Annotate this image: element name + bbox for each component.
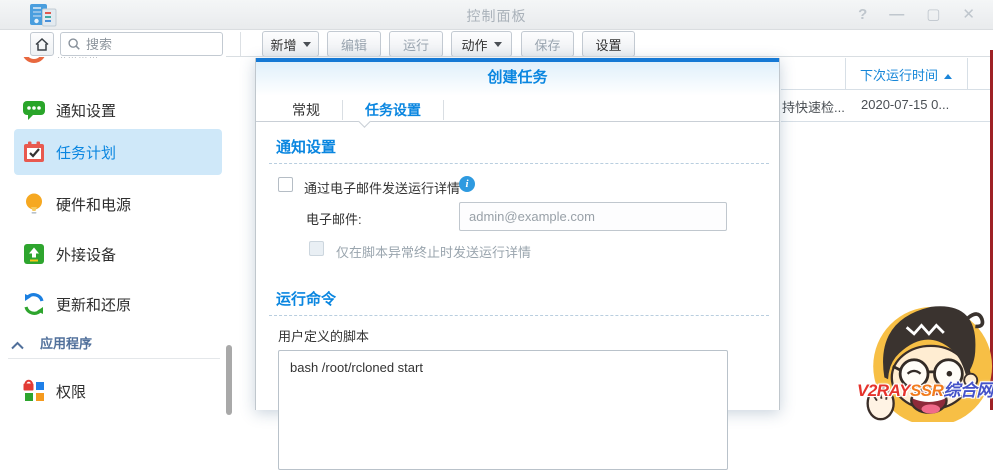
dialog-header[interactable]: 创建任务 — [256, 62, 779, 96]
lightbulb-icon — [22, 192, 46, 216]
abnormal-only-checkbox[interactable] — [309, 241, 324, 256]
watermark-text-cn: 综合网 — [943, 381, 993, 400]
permissions-icon — [22, 379, 46, 403]
sidebar-item-task-scheduler[interactable]: 任务计划 — [0, 128, 226, 176]
search-icon — [67, 37, 81, 51]
save-button[interactable]: 保存 — [521, 31, 574, 57]
info-icon[interactable]: i — [459, 176, 475, 192]
sort-ascending-icon — [944, 74, 952, 79]
tabs-underline — [256, 121, 779, 122]
home-icon — [34, 37, 50, 52]
dialog-title: 创建任务 — [487, 69, 547, 86]
table-column-border — [967, 58, 968, 89]
chat-bubble-icon — [22, 98, 46, 122]
sidebar-item-update-restore[interactable]: 更新和还原 — [0, 280, 226, 328]
tab-general[interactable]: 常规 — [270, 100, 342, 120]
sidebar: ░░░░ 通知设置 任务计划 — [0, 57, 226, 410]
chevron-up-icon — [10, 337, 25, 355]
table-row-border — [781, 121, 993, 122]
email-label: 电子邮件: — [306, 209, 362, 228]
sidebar-section-applications[interactable]: 应用程序 — [0, 329, 226, 355]
sidebar-scrollbar[interactable] — [226, 345, 232, 415]
table-column-border — [845, 58, 846, 89]
minimize-icon[interactable]: — — [889, 5, 904, 25]
window-titlebar: 控制面板 ? — ▢ ✕ — [0, 0, 993, 30]
user-defined-script-label: 用户定义的脚本 — [278, 326, 369, 345]
table-cell-next-run: 2020-07-15 0... — [861, 97, 949, 112]
section-notification-settings: 通知设置 — [276, 136, 336, 157]
v2rayssr-watermark-logo — [853, 292, 993, 422]
send-email-checkbox[interactable] — [278, 177, 293, 192]
close-icon[interactable]: ✕ — [962, 5, 975, 25]
sidebar-divider — [8, 358, 220, 359]
home-button[interactable] — [30, 32, 54, 56]
update-restore-icon — [22, 292, 46, 316]
table-cell-task: 持快速检... — [782, 97, 845, 116]
chevron-down-icon — [494, 42, 502, 47]
create-task-dialog: 创建任务 常规 任务设置 通知设置 通过电子邮件发送运行详情 i 电子邮件: 仅… — [255, 58, 780, 410]
user-defined-script-input[interactable]: bash /root/rcloned start — [278, 350, 728, 470]
action-button[interactable]: 动作 — [451, 31, 512, 57]
watermark-text-ssr: SSR — [910, 381, 943, 400]
sidebar-item-notification-settings[interactable]: 通知设置 — [0, 86, 226, 134]
tab-separator — [443, 100, 444, 120]
section-run-command: 运行命令 — [276, 288, 336, 309]
dialog-tabs: 常规 任务设置 — [270, 98, 444, 122]
run-button[interactable]: 运行 — [389, 31, 443, 57]
section-divider — [269, 315, 769, 316]
settings-button[interactable]: 设置 — [582, 31, 635, 57]
email-input[interactable] — [459, 202, 727, 231]
chevron-down-icon — [303, 42, 311, 47]
watermark-text: V2RAYSSR综合网 — [857, 376, 993, 401]
send-email-label: 通过电子邮件发送运行详情 — [304, 178, 460, 197]
toolbar-bottom-border — [226, 56, 993, 57]
sidebar-item-partial[interactable]: ░░░░ — [0, 57, 226, 75]
calendar-check-icon — [22, 140, 46, 164]
edit-button[interactable]: 编辑 — [327, 31, 381, 57]
toolbar-divider — [240, 32, 241, 56]
table-header-border — [781, 89, 993, 90]
abnormal-only-label: 仅在脚本异常终止时发送运行详情 — [336, 242, 531, 261]
search-input[interactable] — [86, 37, 196, 52]
external-device-icon — [22, 242, 46, 266]
sidebar-item-permissions[interactable]: 权限 — [0, 367, 226, 410]
clock-icon — [22, 57, 46, 63]
window-title: 控制面板 — [0, 6, 993, 26]
watermark-text-v2ray: V2RAY — [857, 381, 910, 400]
search-box[interactable] — [60, 32, 223, 56]
section-divider — [269, 163, 769, 164]
tab-task-settings[interactable]: 任务设置 — [343, 100, 443, 120]
sidebar-item-external-devices[interactable]: 外接设备 — [0, 230, 226, 278]
help-icon[interactable]: ? — [858, 5, 867, 25]
sidebar-item-hardware-power[interactable]: 硬件和电源 — [0, 180, 226, 228]
table-header-next-run[interactable]: 下次运行时间 — [860, 65, 952, 84]
add-button[interactable]: 新增 — [262, 31, 319, 57]
maximize-icon[interactable]: ▢ — [926, 5, 940, 25]
